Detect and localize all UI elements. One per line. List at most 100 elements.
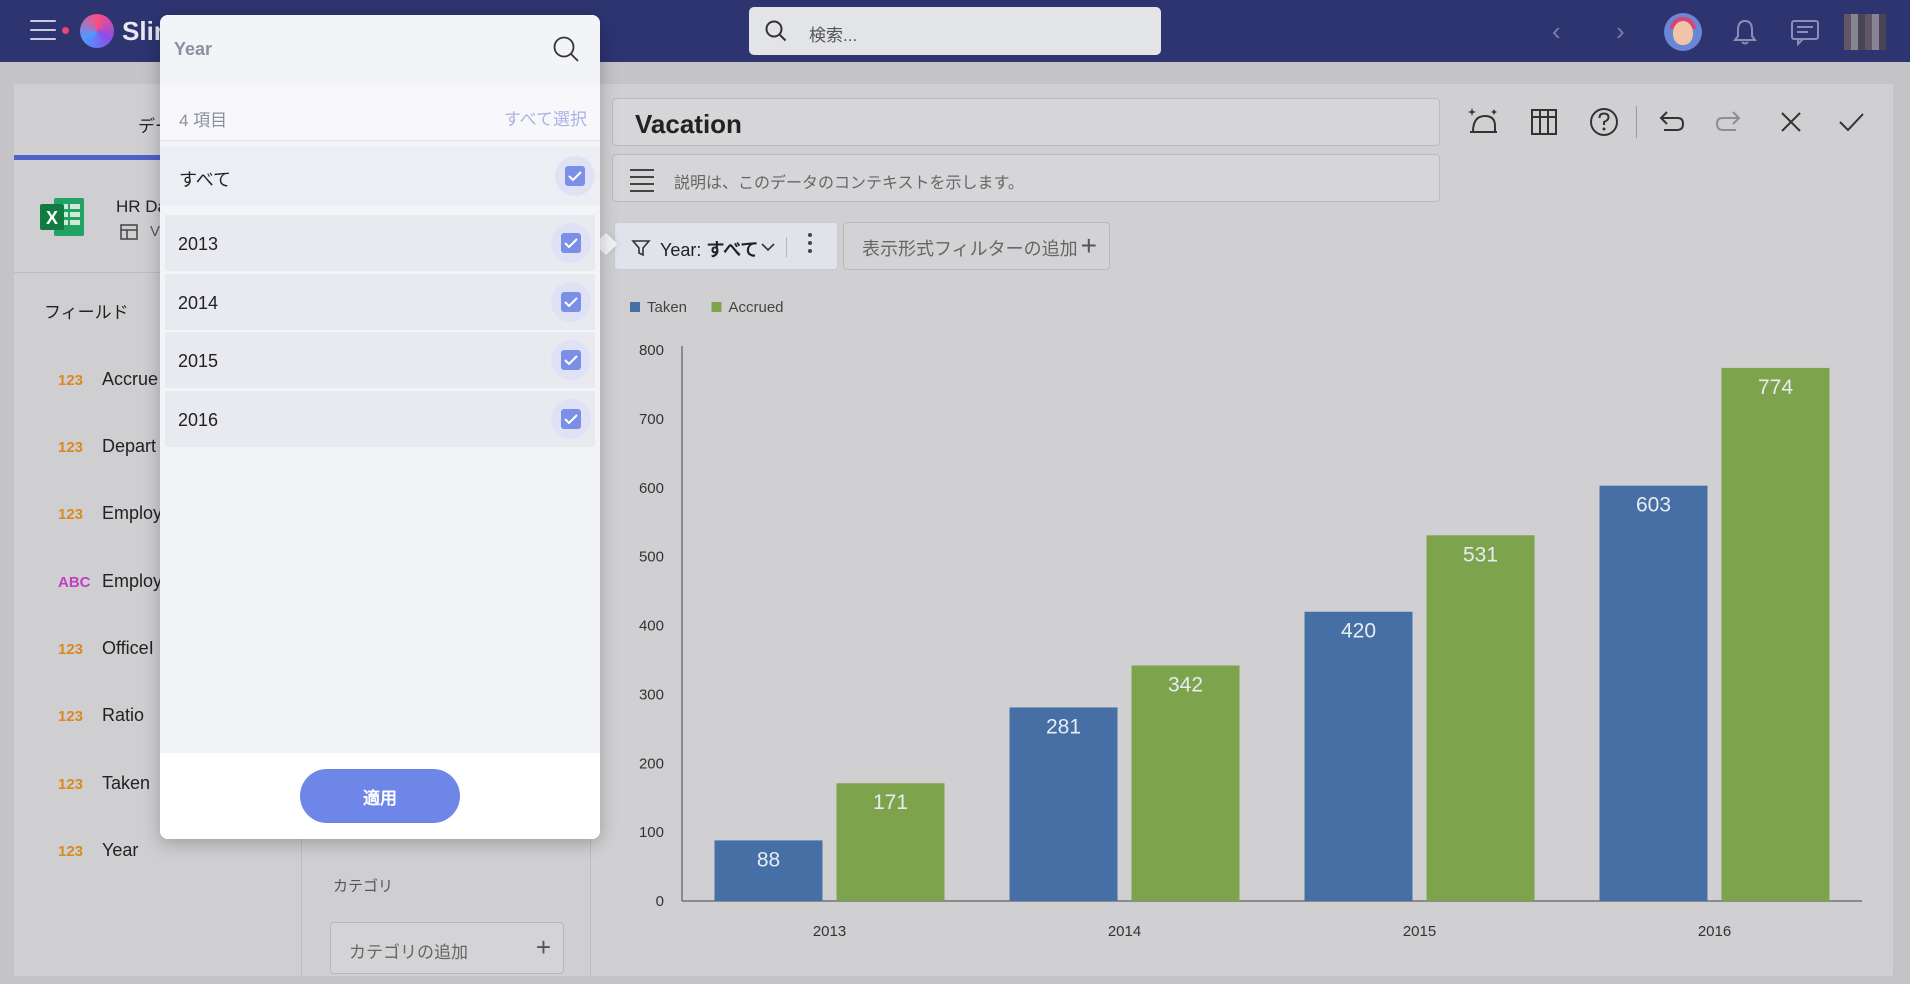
bar-taken-2016 bbox=[1599, 485, 1708, 901]
bar-accrued-2016 bbox=[1721, 367, 1830, 902]
x-tick-label: 2015 bbox=[1403, 923, 1436, 940]
help-icon[interactable] bbox=[1586, 104, 1622, 140]
redo-icon[interactable] bbox=[1712, 104, 1748, 140]
popup-footer: 適用 bbox=[160, 753, 600, 839]
add-visual-filter-button[interactable]: 表示形式フィルターの追加 + bbox=[843, 222, 1110, 270]
global-search-input[interactable]: 検索... bbox=[749, 7, 1161, 55]
table-icon bbox=[120, 224, 138, 240]
close-icon[interactable] bbox=[1773, 104, 1809, 140]
filter-option[interactable]: 2015 bbox=[165, 332, 595, 388]
checkbox-checked[interactable] bbox=[551, 340, 591, 380]
fields-title: フィールド bbox=[44, 303, 129, 322]
confirm-check-icon[interactable] bbox=[1833, 104, 1869, 140]
bell-icon[interactable] bbox=[1732, 18, 1758, 46]
option-label: 2013 bbox=[178, 234, 219, 254]
legend-swatch-taken bbox=[630, 302, 640, 312]
check-icon bbox=[564, 238, 578, 249]
chevron-down-icon bbox=[761, 243, 775, 252]
add-category-button[interactable]: カテゴリの追加 + bbox=[330, 922, 564, 974]
y-tick-label: 200 bbox=[639, 755, 664, 772]
add-category-label: カテゴリの追加 bbox=[349, 943, 468, 962]
select-all-link[interactable]: すべて選択 bbox=[504, 105, 587, 130]
user-avatar[interactable] bbox=[1664, 13, 1702, 51]
filter-option[interactable]: 2013 bbox=[165, 215, 595, 271]
field-name: Employ bbox=[102, 571, 163, 591]
year-filter-popup: Year 4 項目 すべて選択 すべて 2013 2014 2015 2016 … bbox=[160, 15, 600, 839]
filter-option[interactable]: 2014 bbox=[165, 274, 595, 330]
option-label: すべて bbox=[179, 170, 232, 190]
organization-avatar[interactable] bbox=[1844, 14, 1886, 50]
app-logo-icon[interactable] bbox=[80, 14, 114, 48]
y-tick-label: 0 bbox=[656, 893, 664, 910]
legend-label-accrued: Accrued bbox=[729, 299, 784, 316]
popup-search-placeholder: Year bbox=[174, 39, 213, 59]
filter-option[interactable]: 2016 bbox=[165, 391, 595, 447]
legend-label-taken: Taken bbox=[647, 299, 687, 316]
description-input[interactable]: 説明は、このデータのコンテキストを示します。 bbox=[612, 154, 1440, 202]
y-tick-label: 700 bbox=[639, 411, 664, 428]
search-placeholder: 検索... bbox=[809, 26, 858, 45]
filter-option-all[interactable]: すべて bbox=[160, 146, 600, 206]
more-options-icon[interactable] bbox=[808, 233, 814, 257]
y-tick-label: 400 bbox=[639, 618, 664, 635]
field-type-number: 123 bbox=[58, 641, 84, 658]
field-name: Ratio bbox=[102, 705, 145, 725]
bar-accrued-2014 bbox=[1131, 665, 1240, 901]
back-arrow-icon[interactable]: ‹ bbox=[1552, 18, 1561, 44]
field-type-number: 123 bbox=[58, 776, 84, 793]
data-label: 420 bbox=[1341, 620, 1376, 643]
data-label: 774 bbox=[1758, 376, 1793, 399]
checkbox-checked[interactable] bbox=[555, 156, 595, 196]
forward-arrow-icon[interactable]: › bbox=[1616, 18, 1625, 44]
bar-taken-2015 bbox=[1304, 611, 1413, 901]
menu-icon[interactable] bbox=[30, 20, 56, 40]
field-item[interactable]: 123 Year bbox=[58, 840, 138, 864]
excel-icon: X bbox=[40, 198, 84, 236]
data-label: 342 bbox=[1168, 673, 1203, 696]
year-filter-chip[interactable]: Year: すべて bbox=[614, 222, 838, 270]
filter-icon bbox=[631, 240, 651, 257]
x-tick-label: 2013 bbox=[813, 923, 846, 940]
popup-search-field[interactable]: Year bbox=[160, 15, 600, 85]
chip-separator bbox=[786, 237, 787, 257]
apply-button[interactable]: 適用 bbox=[300, 769, 460, 823]
checkbox-checked[interactable] bbox=[551, 282, 591, 322]
field-name: OfficeI bbox=[102, 638, 154, 658]
checkbox-checked[interactable] bbox=[551, 223, 591, 263]
field-item[interactable]: 123 Ratio bbox=[58, 705, 144, 729]
plus-icon: + bbox=[535, 932, 551, 962]
check-icon bbox=[564, 297, 578, 308]
data-label: 603 bbox=[1636, 494, 1671, 517]
y-tick-label: 500 bbox=[639, 549, 664, 566]
field-item[interactable]: ABC Employ bbox=[58, 571, 162, 595]
data-source-sheet: V bbox=[150, 223, 161, 240]
chat-icon[interactable] bbox=[1790, 18, 1820, 46]
ai-insights-icon[interactable] bbox=[1465, 104, 1501, 140]
field-type-number: 123 bbox=[58, 439, 84, 456]
filter-chip-label: Year: すべて bbox=[660, 240, 759, 260]
option-label: 2016 bbox=[178, 410, 219, 430]
checkbox-checked[interactable] bbox=[551, 399, 591, 439]
field-item[interactable]: 123 Taken bbox=[58, 773, 150, 797]
field-item[interactable]: 123 Employ bbox=[58, 503, 162, 527]
field-item[interactable]: 123 OfficeI bbox=[58, 638, 154, 662]
x-tick-label: 2016 bbox=[1698, 923, 1731, 940]
field-type-number: 123 bbox=[58, 843, 84, 860]
field-type-number: 123 bbox=[58, 372, 84, 389]
field-item[interactable]: 123 Accrue bbox=[58, 369, 158, 393]
y-tick-label: 300 bbox=[639, 686, 664, 703]
grid-view-icon[interactable] bbox=[1526, 104, 1562, 140]
svg-text:X: X bbox=[46, 208, 58, 228]
undo-icon[interactable] bbox=[1652, 104, 1688, 140]
field-item[interactable]: 123 Depart bbox=[58, 436, 156, 460]
check-icon bbox=[568, 171, 582, 182]
bar-accrued-2015 bbox=[1426, 535, 1535, 901]
visualization-title: Vacation bbox=[635, 109, 742, 139]
visualization-title-input[interactable]: Vacation bbox=[612, 98, 1440, 146]
field-name: Taken bbox=[102, 773, 151, 793]
popup-header: 4 項目 すべて選択 bbox=[160, 85, 600, 141]
search-icon[interactable] bbox=[552, 35, 580, 63]
legend-swatch-accrued bbox=[711, 302, 722, 312]
item-count: 4 項目 bbox=[179, 111, 228, 130]
plus-icon: + bbox=[1080, 230, 1097, 261]
